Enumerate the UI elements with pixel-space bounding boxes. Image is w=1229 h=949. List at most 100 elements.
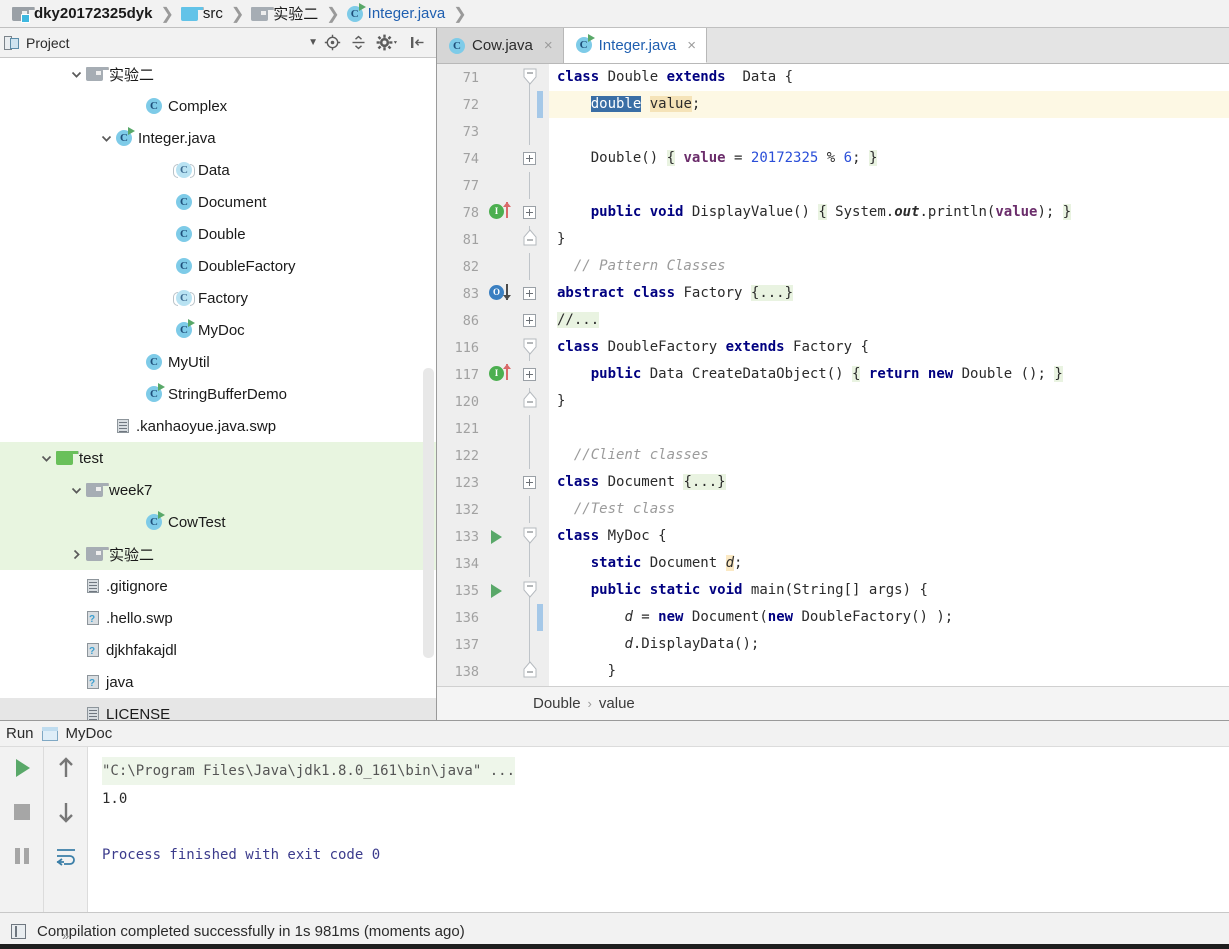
gutter-line[interactable]: 121 [437,415,549,442]
gutter-line[interactable]: 86 [437,307,549,334]
run-console-output[interactable]: "C:\Program Files\Java\jdk1.8.0_161\bin\… [88,747,1229,912]
gutter-line[interactable]: 83 O [437,280,549,307]
tree-row[interactable]: C DoubleFactory [0,250,436,282]
gear-icon[interactable] [376,34,400,51]
soft-wrap-icon[interactable] [53,843,79,869]
gutter-line[interactable]: 132 [437,496,549,523]
vcs-change-marker[interactable] [537,604,543,631]
gutter-line[interactable]: 135 [437,577,549,604]
gutter-line[interactable]: 123 [437,469,549,496]
hide-panel-icon[interactable] [409,34,426,51]
tree-row[interactable]: ? djkhfakajdl [0,634,436,666]
tree-row[interactable]: C MyDoc [0,314,436,346]
tree-twisty-icon[interactable] [66,548,86,561]
gutter-line[interactable]: 122 [437,442,549,469]
project-tree-scrollbar[interactable] [423,368,434,658]
run-gutter-icon[interactable] [491,530,502,544]
tree-row[interactable]: C Complex [0,90,436,122]
locate-target-icon[interactable] [324,34,341,51]
gutter-line[interactable]: 78 I [437,199,549,226]
editor-breadcrumb-class[interactable]: Double [533,695,581,712]
run-config-name[interactable]: MyDoc [66,725,113,742]
status-bar-message[interactable]: Compilation completed successfully in 1s… [37,923,465,940]
fold-expand-icon[interactable] [523,368,536,381]
gutter-markers [485,64,519,91]
gutter-line[interactable]: 72 [437,91,549,118]
scroll-down-icon[interactable] [53,799,79,825]
editor-gutter[interactable]: 71 72 73 74 77 78 I 81 82 83 O 86 116 117 I 120 121 122 12… [437,64,549,686]
gutter-line[interactable]: 116 [437,334,549,361]
gutter-line[interactable]: 136 [437,604,549,631]
fold-collapse-icon[interactable] [523,338,537,358]
code-line-123: class Document {...} [557,474,726,490]
gutter-line[interactable]: 73 [437,118,549,145]
stop-icon[interactable] [9,799,35,825]
tree-twisty-icon[interactable] [66,484,86,497]
breadcrumb-item-project[interactable]: dky20172325dyk [8,0,154,27]
gutter-line[interactable]: 137 [437,631,549,658]
fold-expand-icon[interactable] [523,152,536,165]
gutter-line[interactable]: 82 [437,253,549,280]
tree-row[interactable]: week7 [0,474,436,506]
rerun-icon[interactable] [9,755,35,781]
tree-row[interactable]: 实验二 [0,538,436,570]
fold-expand-icon[interactable] [523,287,536,300]
tree-row[interactable]: 实验二 [0,58,436,90]
expand-actions-right-icon[interactable]: » [62,928,69,943]
tree-row[interactable]: .gitignore [0,570,436,602]
fold-collapse-icon[interactable] [523,581,537,601]
gutter-line[interactable]: 138 [437,658,549,685]
fold-collapse-icon[interactable] [523,68,537,88]
tree-row[interactable]: C Data [0,154,436,186]
scroll-up-icon[interactable] [53,755,79,781]
tree-twisty-icon[interactable] [96,132,116,145]
vcs-change-marker[interactable] [537,91,543,118]
tree-row[interactable]: test [0,442,436,474]
project-tree[interactable]: 实验二 C Complex C Integer.java C Data C Document C D… [0,58,436,720]
gutter-line[interactable]: 120 [437,388,549,415]
tree-row[interactable]: ? java [0,666,436,698]
tree-row[interactable]: C StringBufferDemo [0,378,436,410]
breadcrumb-item-package[interactable]: 实验二 [247,0,320,27]
tree-row[interactable]: C Integer.java [0,122,436,154]
chevron-down-icon[interactable]: ▼ [308,37,318,48]
implementing-method-icon[interactable]: I [489,204,504,219]
fold-collapse-icon[interactable] [523,527,537,547]
tree-twisty-icon[interactable] [66,68,86,81]
tree-row[interactable]: C MyUtil [0,346,436,378]
gutter-line[interactable]: 77 [437,172,549,199]
project-panel-title[interactable]: Project [4,35,70,51]
gutter-line[interactable]: 133 [437,523,549,550]
tree-row[interactable]: C Factory [0,282,436,314]
gutter-line[interactable]: 117 I [437,361,549,388]
tree-twisty-icon[interactable] [36,452,56,465]
tree-row[interactable]: C CowTest [0,506,436,538]
code-line-117: public Data CreateDataObject() { return … [590,366,1063,382]
gutter-line[interactable]: 74 [437,145,549,172]
pause-icon[interactable] [9,843,35,869]
tree-row[interactable]: LICENSE [0,698,436,720]
tree-row[interactable]: ? .hello.swp [0,602,436,634]
fold-expand-icon[interactable] [523,476,536,489]
editor-tab[interactable]: C Integer.java × [563,28,707,63]
gutter-line[interactable]: 81 [437,226,549,253]
close-icon[interactable]: × [544,37,553,54]
fold-expand-icon[interactable] [523,314,536,327]
tree-row[interactable]: C Document [0,186,436,218]
gutter-line[interactable]: 71 [437,64,549,91]
gutter-line[interactable]: 134 [437,550,549,577]
overridden-method-icon[interactable]: O [489,285,504,300]
implementing-method-icon[interactable]: I [489,366,504,381]
close-icon[interactable]: × [687,37,696,54]
collapse-all-icon[interactable] [350,34,367,51]
tree-row[interactable]: .kanhaoyue.java.swp [0,410,436,442]
breadcrumb-item-src[interactable]: src [177,0,225,27]
fold-expand-icon[interactable] [523,206,536,219]
editor-breadcrumb-member[interactable]: value [599,695,635,712]
run-gutter-icon[interactable] [491,584,502,598]
tree-row[interactable]: C Double [0,218,436,250]
editor-tab[interactable]: C Cow.java × [437,28,564,63]
editor-viewport[interactable]: 71 72 73 74 77 78 I 81 82 83 O 86 116 117 I 120 121 122 12… [437,64,1229,686]
breadcrumb-item-file[interactable]: C Integer.java [343,0,448,27]
code-content[interactable]: class Double extends Data { double value… [549,64,1229,686]
